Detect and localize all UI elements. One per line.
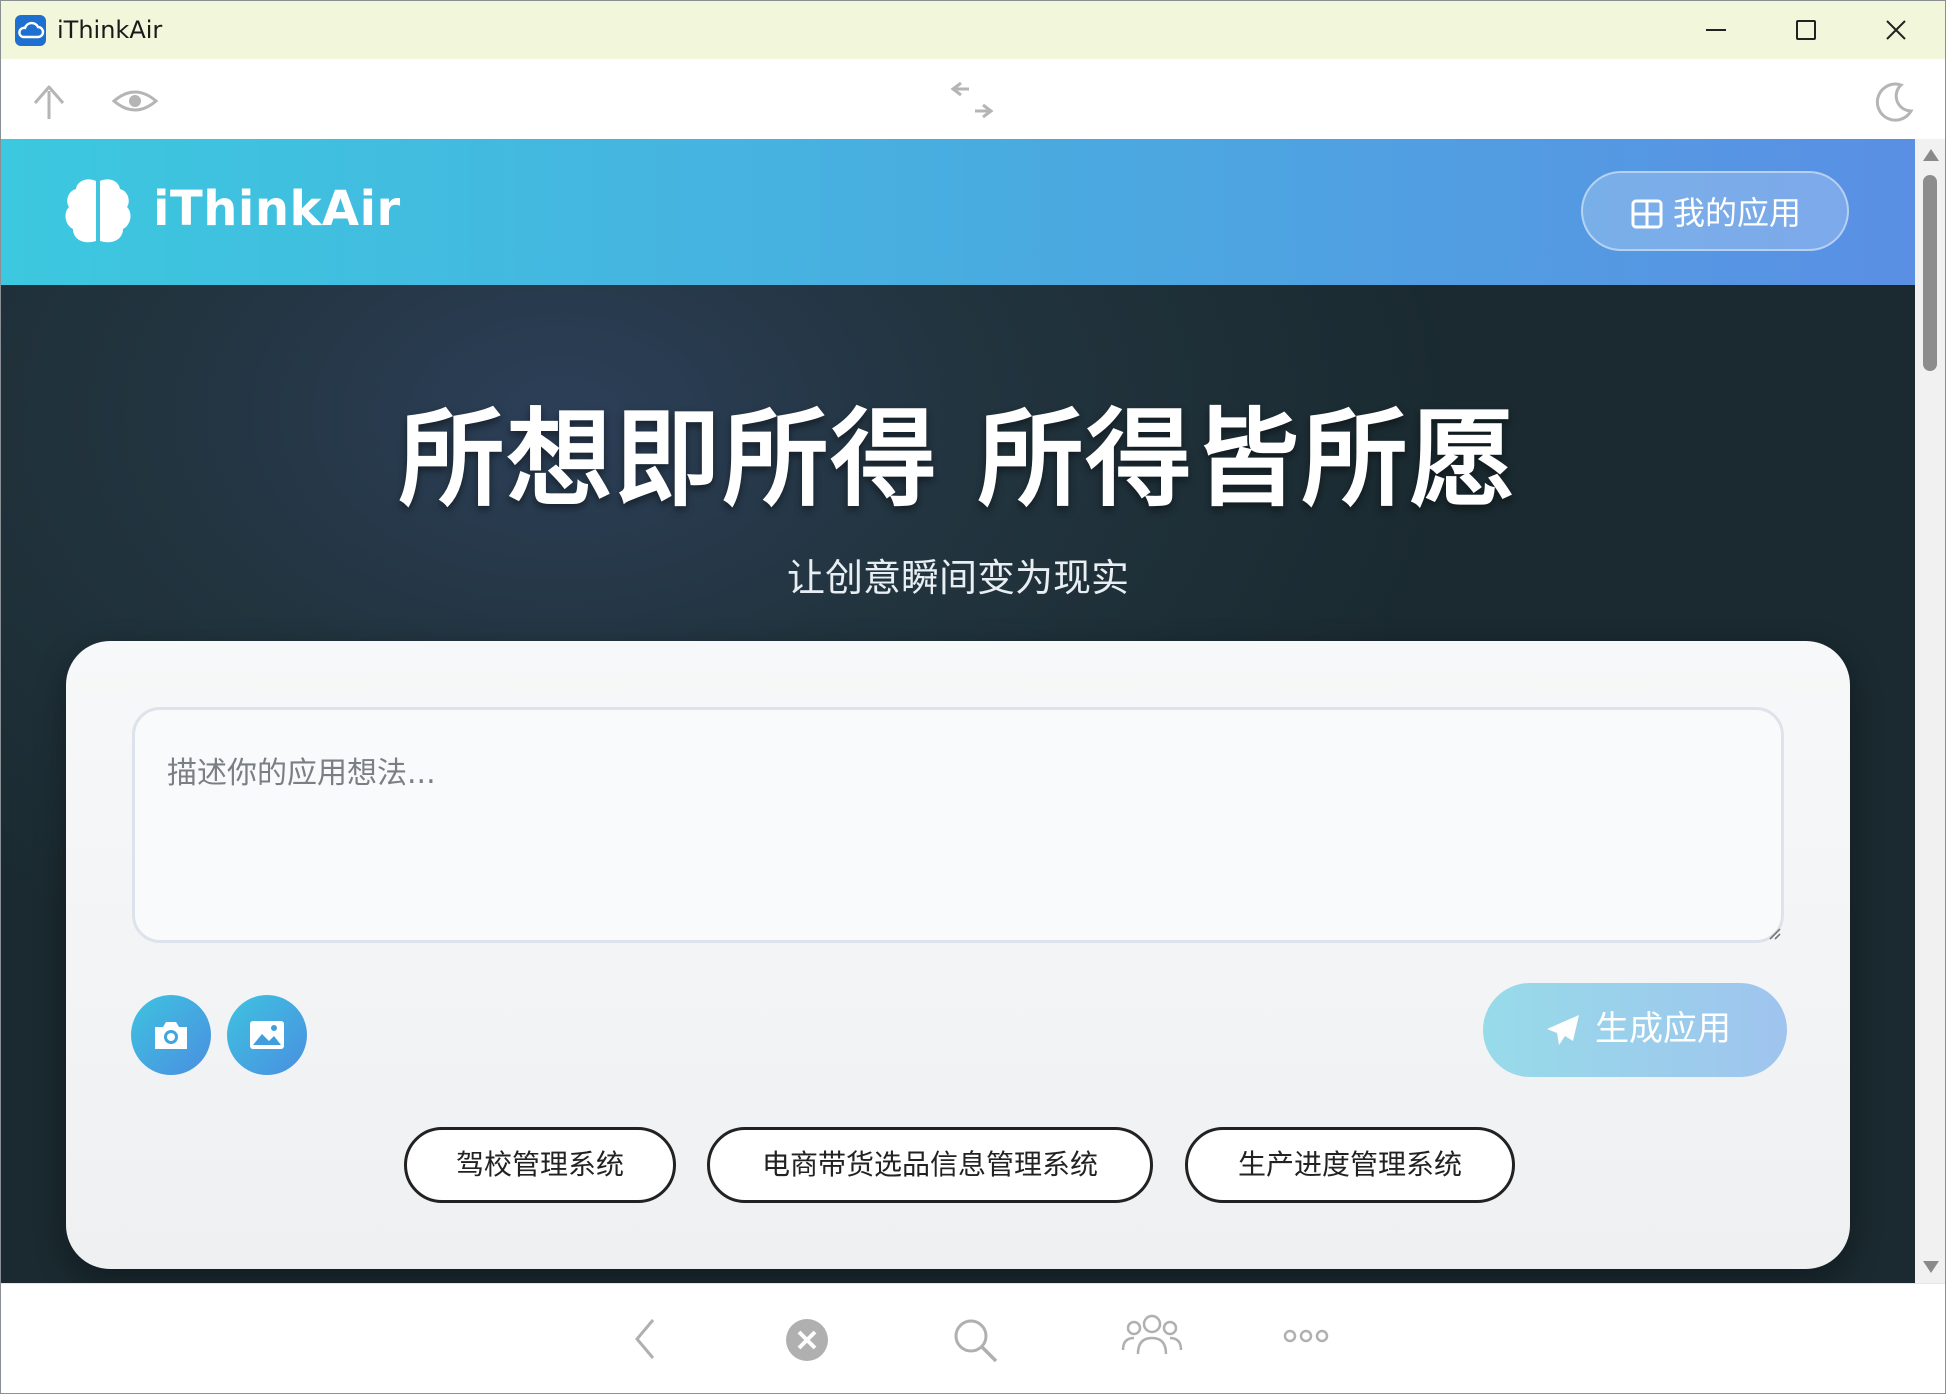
cloud-icon	[15, 15, 46, 46]
app-window: iThinkAir iThinkAir 我的应用 所想即所得 所得皆所愿 让创意…	[0, 0, 1946, 1394]
hero-section: 所想即所得 所得皆所愿 让创意瞬间变为现实 描述你的应用想法... 生成应用 驾…	[1, 285, 1915, 1283]
site-header: iThinkAir 我的应用	[1, 139, 1915, 285]
minimize-icon	[1706, 29, 1726, 31]
image-button[interactable]	[227, 995, 307, 1075]
minimize-button[interactable]	[1671, 1, 1761, 59]
web-content: iThinkAir 我的应用 所想即所得 所得皆所愿 让创意瞬间变为现实 描述你…	[1, 139, 1915, 1283]
my-apps-button[interactable]: 我的应用	[1581, 171, 1849, 251]
camera-button[interactable]	[131, 995, 211, 1075]
hero-subtitle: 让创意瞬间变为现实	[786, 556, 1129, 600]
brain-icon	[63, 175, 133, 253]
suggestion-chip[interactable]: 驾校管理系统	[404, 1127, 676, 1203]
idea-input[interactable]	[132, 707, 1784, 943]
send-icon	[1547, 1015, 1579, 1045]
composer-card: 生成应用 驾校管理系统 电商带货选品信息管理系统 生产进度管理系统	[66, 641, 1850, 1269]
grid-icon	[1631, 199, 1663, 229]
hero-title: 所想即所得 所得皆所愿	[398, 398, 1518, 521]
resize-grip-icon[interactable]	[1766, 925, 1782, 945]
moon-icon[interactable]	[1871, 81, 1915, 129]
more-dots-icon[interactable]	[1283, 1328, 1329, 1348]
window-title: iThinkAir	[57, 16, 163, 44]
swap-arrows-icon[interactable]	[947, 81, 997, 125]
title-bar: iThinkAir	[1, 1, 1945, 59]
close-circle-icon[interactable]	[785, 1318, 829, 1366]
maximize-icon	[1796, 20, 1816, 40]
image-icon	[250, 1021, 284, 1049]
vertical-scrollbar[interactable]	[1915, 139, 1945, 1283]
browser-toolbar	[1, 59, 1945, 139]
scroll-thumb[interactable]	[1923, 175, 1937, 371]
suggestion-chip[interactable]: 电商带货选品信息管理系统	[707, 1127, 1153, 1203]
close-icon	[1886, 20, 1906, 40]
scroll-down-icon[interactable]	[1923, 1261, 1939, 1273]
upload-arrow-icon[interactable]	[27, 79, 71, 127]
search-icon[interactable]	[951, 1316, 999, 1368]
suggestion-chip[interactable]: 生产进度管理系统	[1185, 1127, 1515, 1203]
back-chevron-icon[interactable]	[629, 1314, 661, 1368]
brand-name[interactable]: iThinkAir	[153, 179, 401, 239]
scroll-up-icon[interactable]	[1923, 149, 1939, 161]
camera-icon	[155, 1022, 187, 1049]
maximize-button[interactable]	[1761, 1, 1851, 59]
generate-button[interactable]: 生成应用	[1483, 983, 1787, 1077]
bottom-nav	[1, 1283, 1945, 1393]
generate-label: 生成应用	[1595, 1009, 1731, 1049]
people-icon[interactable]	[1121, 1312, 1183, 1362]
my-apps-label: 我的应用	[1673, 194, 1802, 232]
close-button[interactable]	[1851, 1, 1941, 59]
eye-icon[interactable]	[111, 83, 159, 123]
